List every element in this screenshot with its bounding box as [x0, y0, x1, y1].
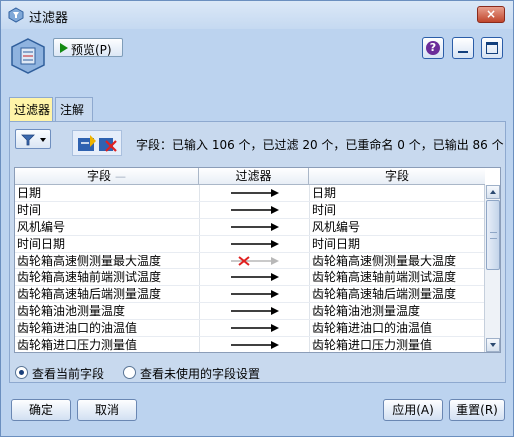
output-field-name[interactable]: 齿轮箱油池测量温度 — [312, 303, 484, 319]
filter-toggle[interactable] — [199, 303, 309, 319]
filter-toggle[interactable] — [199, 269, 309, 285]
cancel-button[interactable]: 取消 — [77, 399, 137, 421]
input-field-name: 齿轮箱高速轴后端测量温度 — [17, 287, 162, 302]
filter-dialog: 过滤器 × 预览(P) ? 过滤器 注解 字段：已输入 106 个，已过滤 20… — [0, 0, 514, 437]
filter-node-large-icon — [11, 38, 45, 74]
pass-arrow-icon — [231, 222, 279, 231]
play-icon — [60, 43, 68, 53]
output-field-name[interactable]: 齿轮箱进油口的油温值 — [312, 320, 484, 336]
scroll-thumb[interactable] — [486, 200, 500, 270]
column-header-filter[interactable]: 过滤器 — [199, 168, 309, 185]
radio-dot — [123, 366, 136, 379]
filter-options-dropdown[interactable] — [15, 129, 51, 149]
filter-toggle[interactable] — [199, 202, 309, 218]
tab-filter[interactable]: 过滤器 — [9, 97, 53, 121]
pass-arrow-icon — [231, 341, 279, 350]
column-header-field-label: 字段 — [86, 169, 111, 183]
pass-arrow-icon — [231, 273, 279, 282]
input-field-name: 风机编号 — [17, 219, 66, 234]
preview-button-label: 预览(P) — [71, 43, 112, 57]
pass-arrow-icon — [231, 307, 279, 316]
pass-arrow-icon — [231, 324, 279, 333]
tab-annotations[interactable]: 注解 — [55, 97, 93, 121]
filtered-arrow-icon — [231, 255, 279, 266]
output-field-name[interactable]: 齿轮箱高速侧测量最大温度 — [312, 253, 484, 269]
maximize-icon — [486, 42, 498, 54]
ok-button[interactable]: 确定 — [11, 399, 71, 421]
output-field-name[interactable]: 齿轮箱进口压力测量值 — [312, 337, 484, 352]
title-bar: 过滤器 × — [1, 1, 513, 29]
input-field-name: 齿轮箱进口压力测量值 — [17, 338, 138, 353]
radio-dot — [15, 366, 28, 379]
filter-toggle[interactable] — [199, 320, 309, 336]
scroll-down-button[interactable] — [486, 338, 500, 352]
output-field-name[interactable]: 时间日期 — [312, 236, 484, 252]
funnel-icon — [21, 134, 35, 146]
table-header: 字段 — 过滤器 字段 — [15, 168, 485, 185]
input-field-name: 日期 — [17, 186, 42, 200]
help-button[interactable]: ? — [422, 37, 444, 59]
radio-label: 查看未使用的字段设置 — [140, 367, 261, 381]
window-title: 过滤器 — [29, 11, 69, 26]
pass-arrow-icon — [231, 239, 279, 248]
pass-arrow-icon — [231, 205, 279, 214]
filter-toggle[interactable] — [199, 286, 309, 302]
table-row[interactable]: 风机编号 风机编号 — [15, 219, 485, 236]
output-field-name[interactable]: 风机编号 — [312, 219, 484, 235]
sort-indicator-icon: — — [115, 170, 126, 183]
filter-toggle[interactable] — [199, 253, 309, 269]
table-row[interactable]: 齿轮箱进口压力测量值 齿轮箱进口压力测量值 — [15, 337, 485, 353]
input-field-name: 齿轮箱油池测量温度 — [17, 304, 126, 319]
vertical-scrollbar[interactable] — [484, 185, 500, 352]
table-row[interactable]: 齿轮箱高速侧测量最大温度 齿轮箱高速侧测量最大温度 — [15, 253, 485, 270]
maximize-button[interactable] — [481, 37, 503, 59]
table-row[interactable]: 时间 时间 — [15, 202, 485, 219]
filter-toggle[interactable] — [199, 185, 309, 201]
output-field-name[interactable]: 齿轮箱高速轴后端测量温度 — [312, 286, 484, 302]
table-row[interactable]: 齿轮箱油池测量温度 齿轮箱油池测量温度 — [15, 303, 485, 321]
column-header-field[interactable]: 字段 — — [15, 168, 199, 185]
minimize-icon — [458, 51, 468, 53]
help-icon: ? — [426, 41, 440, 55]
apply-button[interactable]: 应用(A) — [383, 399, 443, 421]
input-field-name: 时间 — [17, 202, 42, 217]
input-field-name: 齿轮箱进油口的油温值 — [17, 321, 138, 336]
minimize-button[interactable] — [452, 37, 474, 59]
close-button[interactable]: × — [477, 6, 505, 23]
output-field-name[interactable]: 齿轮箱高速轴前端测试温度 — [312, 269, 484, 285]
filter-panel: 字段：已输入 106 个，已过滤 20 个，已重命名 0 个，已输出 86 个 … — [9, 121, 506, 383]
column-header-output-field[interactable]: 字段 — [309, 168, 485, 185]
table-row[interactable]: 齿轮箱高速轴前端测试温度 齿轮箱高速轴前端测试温度 — [15, 269, 485, 287]
toolbar: 预览(P) ? — [1, 29, 513, 89]
table-row[interactable]: 时间日期 时间日期 — [15, 236, 485, 253]
filter-toggle[interactable] — [199, 236, 309, 252]
include-fields-icon[interactable] — [76, 133, 98, 153]
table-row[interactable]: 齿轮箱高速轴后端测量温度 齿轮箱高速轴后端测量温度 — [15, 286, 485, 304]
input-field-name: 时间日期 — [17, 236, 66, 251]
table-row[interactable]: 齿轮箱进油口的油温值 齿轮箱进油口的油温值 — [15, 320, 485, 338]
radio-label: 查看当前字段 — [32, 367, 105, 381]
chevron-down-icon — [40, 138, 46, 142]
pass-arrow-icon — [231, 290, 279, 299]
filter-node-icon — [8, 7, 24, 23]
reset-button[interactable]: 重置(R) — [449, 399, 505, 421]
scroll-up-button[interactable] — [486, 185, 500, 199]
filter-toggle[interactable] — [199, 337, 309, 352]
exclude-fields-icon[interactable] — [98, 133, 118, 153]
pass-arrow-icon — [231, 189, 279, 197]
field-summary: 字段：已输入 106 个，已过滤 20 个，已重命名 0 个，已输出 86 个 — [136, 138, 504, 152]
preview-button[interactable]: 预览(P) — [53, 38, 123, 57]
fields-table: 字段 — 过滤器 字段 日期 日期 时间 时间 风机编号 风机编号 时间日期 时间日期 齿… — [14, 167, 501, 353]
output-field-name[interactable]: 日期 — [312, 185, 484, 201]
output-field-name[interactable]: 时间 — [312, 202, 484, 218]
input-field-name: 齿轮箱高速轴前端测试温度 — [17, 270, 162, 285]
table-row[interactable]: 日期 日期 — [15, 185, 485, 202]
filter-toggle[interactable] — [199, 219, 309, 235]
input-field-name: 齿轮箱高速侧测量最大温度 — [17, 253, 162, 268]
table-body: 日期 日期 时间 时间 风机编号 风机编号 时间日期 时间日期 齿轮箱高速侧测量最大温度… — [15, 185, 485, 353]
